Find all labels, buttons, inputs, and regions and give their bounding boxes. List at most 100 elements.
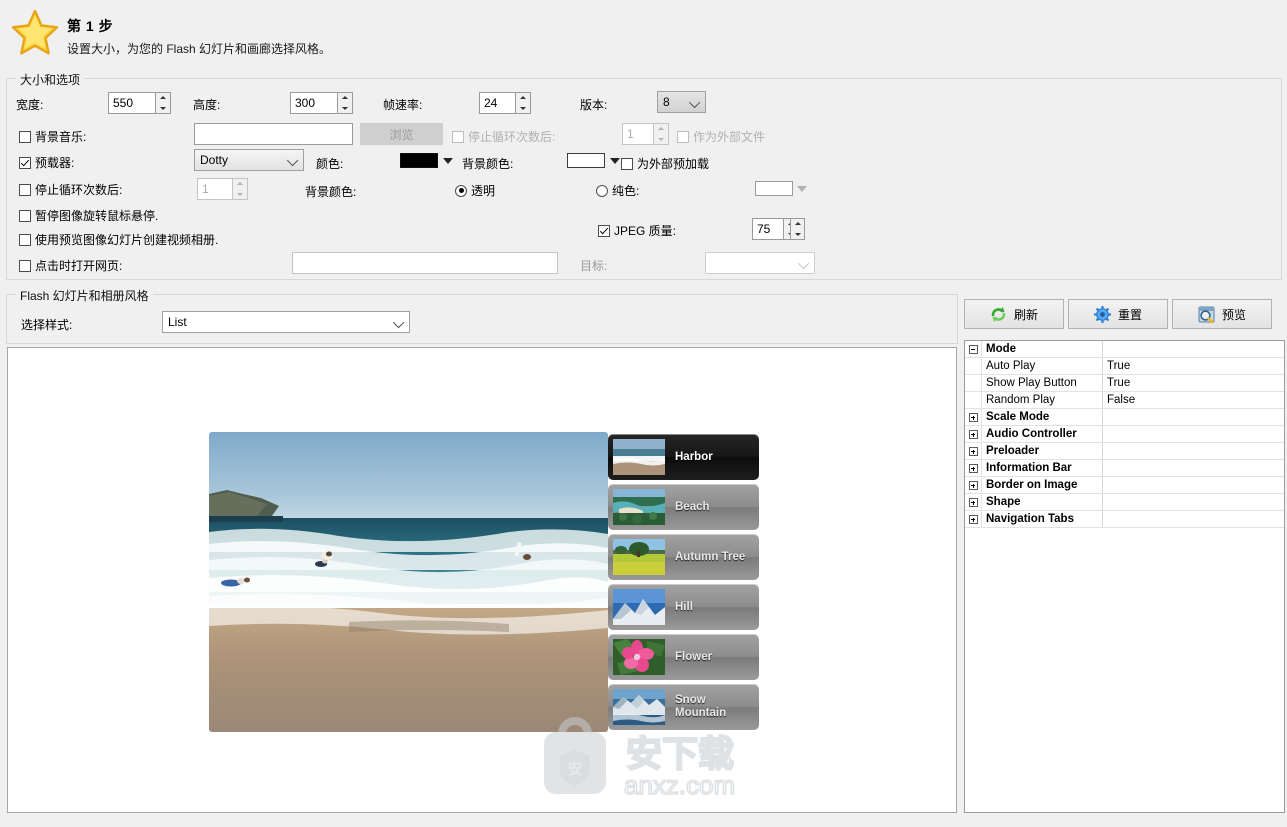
table-row[interactable]: Border on Image — [965, 477, 1284, 494]
table-row[interactable]: Show Play Button True — [965, 375, 1284, 392]
stop-loops-input[interactable]: 1 — [197, 178, 233, 200]
property-value[interactable]: True — [1103, 358, 1284, 374]
background-music-checkbox[interactable]: 背景音乐: — [19, 128, 86, 145]
stop-loops-checkbox-box[interactable] — [19, 183, 31, 196]
list-item[interactable]: Flower — [608, 634, 759, 680]
width-stepper[interactable] — [156, 92, 171, 114]
preview-button[interactable]: 预览 — [1172, 299, 1272, 329]
table-row[interactable]: Mode — [965, 341, 1284, 358]
pause-on-hover-checkbox-box[interactable] — [19, 209, 31, 222]
collapse-toggle[interactable] — [965, 341, 982, 357]
expand-toggle[interactable] — [965, 443, 982, 459]
expand-toggle[interactable] — [965, 477, 982, 493]
property-value[interactable] — [1103, 460, 1284, 476]
framerate-stepper-down[interactable] — [516, 103, 530, 113]
stop-loops-stepper[interactable] — [233, 178, 248, 200]
video-album-checkbox-box[interactable] — [19, 233, 31, 246]
table-row[interactable]: Scale Mode — [965, 409, 1284, 426]
height-stepper-down[interactable] — [338, 103, 352, 113]
table-row[interactable]: Auto Play True — [965, 358, 1284, 375]
stop-loops-stepper-up[interactable] — [233, 179, 247, 189]
solid-color-dropdown-arrow[interactable] — [797, 186, 807, 192]
preloader-color-swatch[interactable] — [400, 153, 438, 168]
jpeg-quality-checkbox[interactable]: JPEG 质量: — [598, 222, 676, 239]
framerate-stepper-up[interactable] — [516, 93, 530, 103]
stop-loops-checkbox[interactable]: 停止循环次数后: — [19, 181, 122, 198]
jpeg-quality-stepper2-up[interactable] — [791, 219, 804, 229]
jpeg-quality-checkbox-box[interactable] — [598, 224, 610, 237]
framerate-input[interactable]: 24 — [479, 92, 516, 114]
width-stepper-up[interactable] — [156, 93, 170, 103]
jpeg-quality-stepper2-down[interactable] — [791, 229, 804, 239]
height-stepper[interactable] — [338, 92, 353, 114]
preloader-bgcolor-swatch[interactable] — [567, 153, 605, 168]
table-row[interactable]: Random Play False — [965, 392, 1284, 409]
width-stepper-down[interactable] — [156, 103, 170, 113]
list-item[interactable]: Beach — [608, 484, 759, 530]
stop-after-loops-checkbox[interactable]: 停止循环次数后: — [452, 128, 555, 145]
stop-after-loops-stepper[interactable] — [654, 123, 669, 145]
expand-toggle[interactable] — [965, 511, 982, 527]
reset-button[interactable]: 重置 — [1068, 299, 1168, 329]
property-value[interactable] — [1103, 341, 1284, 357]
table-row[interactable]: Navigation Tabs — [965, 511, 1284, 528]
style-select[interactable]: List — [162, 311, 410, 333]
video-album-checkbox[interactable]: 使用预览图像幻灯片创建视频相册. — [19, 231, 218, 248]
property-value[interactable] — [1103, 443, 1284, 459]
stop-after-loops-stepper-down[interactable] — [654, 134, 668, 144]
refresh-button[interactable]: 刷新 — [964, 299, 1064, 329]
open-webpage-checkbox[interactable]: 点击时打开网页: — [19, 257, 122, 274]
as-external-file-checkbox[interactable]: 作为外部文件 — [677, 128, 765, 145]
version-select[interactable]: 8 — [657, 91, 706, 113]
preloader-checkbox[interactable]: 预载器: — [19, 154, 74, 171]
solid-color-radio-dot[interactable] — [596, 184, 608, 197]
preload-external-checkbox-box[interactable] — [621, 157, 633, 170]
pause-on-hover-checkbox[interactable]: 暂停图像旋转鼠标悬停. — [19, 207, 158, 224]
list-item[interactable]: Hill — [608, 584, 759, 630]
property-value[interactable]: False — [1103, 392, 1284, 408]
open-webpage-checkbox-box[interactable] — [19, 259, 31, 272]
height-input[interactable]: 300 — [290, 92, 338, 114]
width-input[interactable]: 550 — [108, 92, 156, 114]
list-item[interactable]: Snow Mountain — [608, 684, 759, 730]
browse-button[interactable]: 浏览 — [360, 123, 443, 145]
transparent-radio-dot[interactable] — [455, 184, 467, 197]
solid-color-swatch[interactable] — [755, 181, 793, 196]
property-value[interactable] — [1103, 409, 1284, 425]
table-row[interactable]: Preloader — [965, 443, 1284, 460]
framerate-stepper[interactable] — [516, 92, 531, 114]
stop-after-loops-input[interactable]: 1 — [622, 123, 654, 145]
stop-after-loops-stepper-up[interactable] — [654, 124, 668, 134]
preloader-checkbox-box[interactable] — [19, 156, 31, 169]
jpeg-quality-stepper-secondary[interactable] — [790, 218, 805, 240]
stop-after-loops-checkbox-box[interactable] — [452, 130, 464, 143]
open-webpage-url-input[interactable] — [292, 252, 558, 274]
as-external-file-checkbox-box[interactable] — [677, 130, 689, 143]
property-value[interactable] — [1103, 511, 1284, 527]
expand-toggle[interactable] — [965, 409, 982, 425]
property-value[interactable] — [1103, 477, 1284, 493]
jpeg-quality-input[interactable]: 75 — [752, 218, 784, 240]
preloader-select[interactable]: Dotty — [194, 149, 304, 171]
background-music-path-input[interactable] — [194, 123, 353, 145]
preload-external-checkbox[interactable]: 为外部预加载 — [621, 155, 709, 172]
property-grid[interactable]: Mode Auto Play True Show Play Button Tru… — [964, 340, 1285, 813]
table-row[interactable]: Information Bar — [965, 460, 1284, 477]
preloader-color-dropdown-arrow[interactable] — [443, 158, 453, 164]
expand-toggle[interactable] — [965, 460, 982, 476]
property-value[interactable]: True — [1103, 375, 1284, 391]
preloader-bgcolor-dropdown-arrow[interactable] — [610, 158, 620, 164]
solid-color-radio[interactable]: 纯色: — [596, 182, 639, 199]
background-music-checkbox-box[interactable] — [19, 130, 31, 143]
list-item[interactable]: Harbor — [608, 434, 759, 480]
transparent-radio[interactable]: 透明 — [455, 182, 495, 199]
expand-toggle[interactable] — [965, 494, 982, 510]
property-value[interactable] — [1103, 494, 1284, 510]
table-row[interactable]: Audio Controller — [965, 426, 1284, 443]
property-value[interactable] — [1103, 426, 1284, 442]
expand-toggle[interactable] — [965, 426, 982, 442]
list-item[interactable]: Autumn Tree — [608, 534, 759, 580]
target-select[interactable] — [705, 252, 815, 274]
table-row[interactable]: Shape — [965, 494, 1284, 511]
stop-loops-stepper-down[interactable] — [233, 189, 247, 199]
